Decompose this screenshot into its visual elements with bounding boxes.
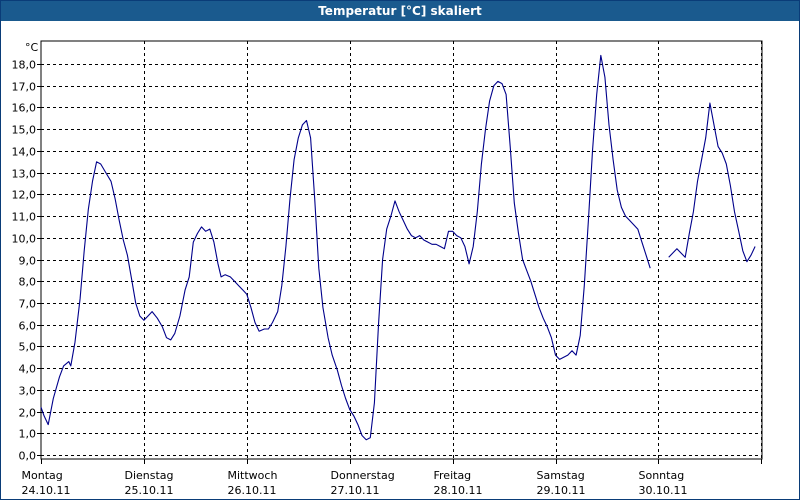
y-tick-label: 6,0 — [19, 320, 37, 333]
x-date-label: 24.10.11 — [22, 484, 71, 497]
x-axis-ticks: Montag 24.10.11 Dienstag 25.10.11 Mittwoch 26… — [22, 459, 762, 497]
y-tick-label: 5,0 — [19, 341, 37, 354]
y-tick-label: 0,0 — [19, 450, 37, 463]
x-day-label: Dienstag — [125, 469, 174, 482]
x-day-label: Samstag — [537, 469, 585, 482]
x-day-label: Sonntag — [639, 469, 685, 482]
y-tick-label: 4,0 — [19, 363, 37, 376]
plot-area — [40, 40, 763, 460]
y-tick-label: 1,0 — [19, 428, 37, 441]
y-tick-label: 14,0 — [12, 146, 37, 159]
temperature-chart: 0,0 1,0 2,0 3,0 4,0 5,0 6,0 7,0 8,0 9,0 10,0 11,0 12… — [12, 40, 763, 497]
y-tick-label: 15,0 — [12, 124, 37, 137]
x-date-label: 29.10.11 — [537, 484, 586, 497]
x-day-label: Mittwoch — [228, 469, 278, 482]
x-date-label: 25.10.11 — [125, 484, 174, 497]
y-tick-label: 12,0 — [12, 189, 37, 202]
x-day-label: Freitag — [434, 469, 472, 482]
x-date-label: 26.10.11 — [228, 484, 277, 497]
y-tick-label: 10,0 — [12, 233, 37, 246]
y-tick-label: 2,0 — [19, 407, 37, 420]
y-tick-label: 17,0 — [12, 81, 37, 94]
y-tick-label: 8,0 — [19, 276, 37, 289]
y-unit-label: °C — [25, 41, 39, 54]
y-tick-label: 7,0 — [19, 298, 37, 311]
y-tick-label: 11,0 — [12, 211, 37, 224]
x-day-label: Donnerstag — [331, 469, 395, 482]
y-tick-label: 9,0 — [19, 255, 37, 268]
x-date-label: 30.10.11 — [639, 484, 688, 497]
x-date-label: 27.10.11 — [331, 484, 380, 497]
y-tick-label: 18,0 — [12, 59, 37, 72]
x-date-label: 28.10.11 — [434, 484, 483, 497]
y-tick-label: 13,0 — [12, 168, 37, 181]
x-day-label: Montag — [22, 469, 63, 482]
y-axis-ticks: 0,0 1,0 2,0 3,0 4,0 5,0 6,0 7,0 8,0 9,0 10,0 11,0 12… — [12, 59, 41, 463]
y-tick-label: 3,0 — [19, 385, 37, 398]
y-tick-label: 16,0 — [12, 102, 37, 115]
